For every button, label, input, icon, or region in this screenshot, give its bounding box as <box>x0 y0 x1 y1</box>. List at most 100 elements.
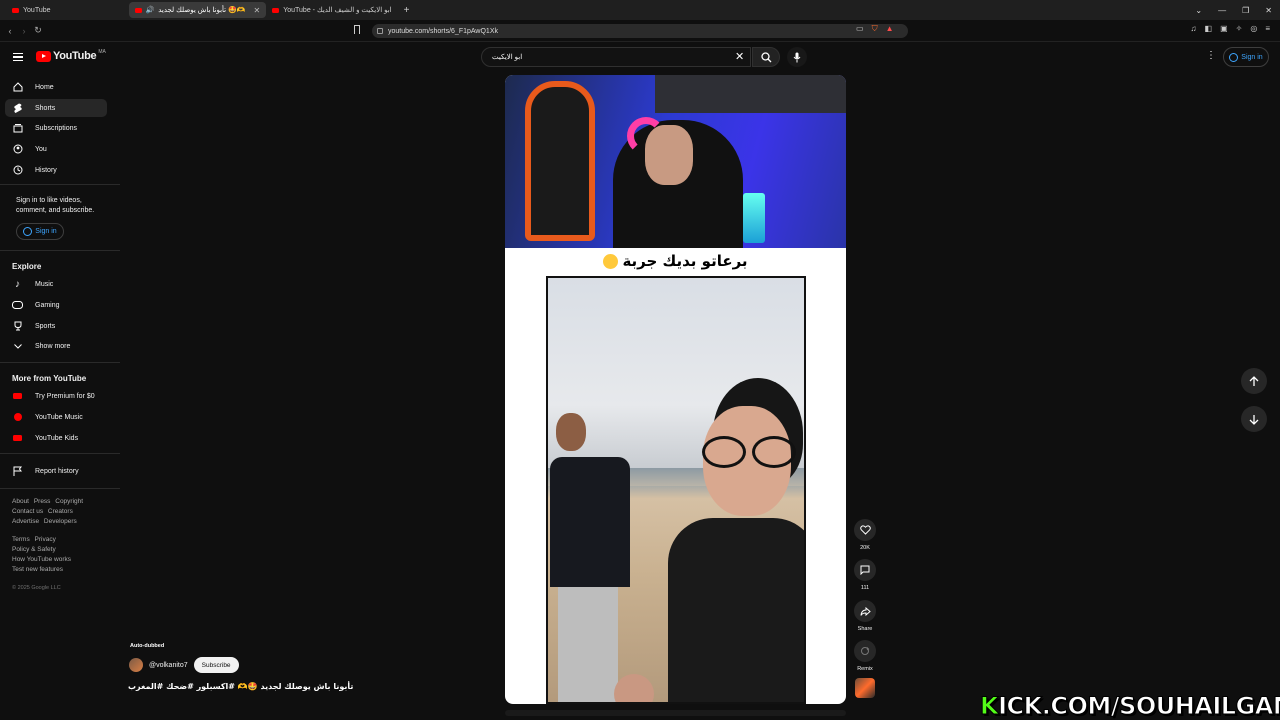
youtube-header: YouTube MA ابو الايكيت ✕ ⋮ Sign in <box>0 42 1280 72</box>
sidebar-item-youtube-kids[interactable]: YouTube Kids <box>5 429 107 447</box>
channel-row: @volkanito7 Subscribe <box>129 657 239 673</box>
site-info-icon[interactable] <box>377 28 383 34</box>
share-label: Share <box>857 626 873 632</box>
share-button[interactable]: Share <box>853 600 877 632</box>
signin-prompt: Sign in to like videos, comment, and sub… <box>16 197 95 214</box>
video-caption: برعاتو بديك جربة <box>505 252 846 270</box>
forward-icon[interactable]: › <box>17 26 31 36</box>
footer-link[interactable]: Copyright <box>55 498 83 505</box>
subscribe-button[interactable]: Subscribe <box>193 657 239 673</box>
close-window-icon[interactable]: ✕ <box>1265 6 1272 15</box>
guide-menu-icon[interactable] <box>13 53 23 61</box>
new-tab-icon[interactable]: + <box>404 5 410 16</box>
browser-tab[interactable]: YouTube - ابو الايكيت و الشيف الديك <box>266 2 397 18</box>
shorts-video-player[interactable]: برعاتو بديك جربة <box>505 75 846 704</box>
tab-label: YouTube - ابو الايكيت و الشيف الديك <box>283 7 392 14</box>
next-short-button[interactable] <box>1241 406 1267 432</box>
sidebar-item-label: History <box>35 166 57 174</box>
brave-shield-icon[interactable]: ⛉ <box>872 24 878 34</box>
sidebar-toggle-icon[interactable]: ◧ <box>1205 24 1213 33</box>
window-controls: ⌄ — ❐ ✕ <box>1195 0 1272 20</box>
footer-link[interactable]: Test new features <box>12 566 63 573</box>
kick-watermark-k: K <box>979 692 999 720</box>
footer-links-secondary: Terms Privacy Policy & Safety How YouTub… <box>12 535 107 575</box>
youtube-premium-icon <box>12 391 23 402</box>
url-bar[interactable]: youtube.com/shorts/6_F1pAwQ1Xk <box>372 24 908 38</box>
menu-icon[interactable]: ≡ <box>1265 24 1270 33</box>
remix-button[interactable]: Remix <box>853 640 877 672</box>
gaming-icon <box>12 300 23 311</box>
show-more-button[interactable]: Show more <box>5 337 107 355</box>
youtube-music-icon <box>12 412 23 423</box>
sidebar-item-gaming[interactable]: Gaming <box>5 296 107 314</box>
glasses-shape <box>702 436 796 468</box>
sidebar-item-history[interactable]: History <box>5 161 107 179</box>
sidebar-item-subscriptions[interactable]: Subscriptions <box>5 119 107 137</box>
restore-icon[interactable]: ❐ <box>1242 6 1249 15</box>
settings-menu-icon[interactable]: ⋮ <box>1206 50 1216 61</box>
reload-icon[interactable]: ↻ <box>31 25 45 36</box>
sidebar-item-shorts[interactable]: Shorts <box>5 99 107 117</box>
video-title[interactable]: تأبونا باش يوصلك لجديد 🤩🫶 #اكسبلور #ضحك … <box>128 682 353 691</box>
tab-list-icon[interactable]: ⌄ <box>1195 6 1202 15</box>
footer-link[interactable]: Press <box>34 498 51 505</box>
music-icon[interactable]: ♫ <box>1191 24 1197 33</box>
footer-link[interactable]: About <box>12 498 29 505</box>
browser-tab[interactable]: YouTube <box>6 2 57 18</box>
youtube-logo[interactable]: YouTube MA <box>36 49 106 62</box>
footer-link[interactable]: Contact us <box>12 508 43 515</box>
cast-icon[interactable]: ▭ <box>856 24 864 34</box>
previous-short-button[interactable] <box>1241 368 1267 394</box>
comments-button[interactable]: 111 <box>853 559 877 591</box>
back-icon[interactable]: ‹ <box>3 26 17 36</box>
wallet-icon[interactable]: ▣ <box>1220 24 1228 33</box>
footer-link[interactable]: Privacy <box>35 536 56 543</box>
rewards-icon[interactable]: ▲ <box>886 24 894 34</box>
sidebar-divider <box>0 453 120 454</box>
man-figure <box>550 413 630 702</box>
channel-name[interactable]: @volkanito7 <box>149 662 188 669</box>
youtube-logo-icon <box>36 50 51 62</box>
audio-source-thumbnail[interactable] <box>855 678 875 698</box>
footer-link[interactable]: How YouTube works <box>12 556 71 563</box>
sidebar-divider <box>0 184 120 185</box>
remix-label: Remix <box>857 666 873 672</box>
sidebar-item-report-history[interactable]: Report history <box>5 462 107 480</box>
extensions-bar: ♫ ◧ ▣ ✧ ◎ ≡ <box>1191 24 1270 33</box>
footer-link[interactable]: Developers <box>44 518 77 525</box>
footer-link[interactable]: Policy & Safety <box>12 546 56 553</box>
sidebar-item-you[interactable]: You <box>5 140 107 158</box>
vpn-icon[interactable]: ◎ <box>1250 24 1257 33</box>
browser-tabbar: YouTube 🔊 تأبونا باش يوصلك لجديد 🤩🫶 ✕ Yo… <box>0 0 1280 20</box>
sidebar-item-music[interactable]: ♪ Music <box>5 275 107 293</box>
footer-link[interactable]: Terms <box>12 536 30 543</box>
sidebar-item-home[interactable]: Home <box>5 78 107 96</box>
search-button[interactable] <box>752 47 780 67</box>
channel-avatar[interactable] <box>129 658 143 672</box>
bookmark-icon[interactable] <box>354 25 360 34</box>
close-tab-icon[interactable]: ✕ <box>254 6 261 15</box>
guide-sidebar: Home Shorts Subscriptions You History Si… <box>0 72 120 612</box>
sidebar-item-premium[interactable]: Try Premium for $0 <box>5 387 107 405</box>
youtube-favicon-icon <box>272 7 280 13</box>
signin-button[interactable]: Sign in <box>1223 47 1269 67</box>
sidebar-item-label: Music <box>35 280 54 288</box>
sidebar-item-label: Home <box>35 83 54 91</box>
like-button[interactable]: 20K <box>853 519 877 551</box>
voice-search-button[interactable] <box>787 47 807 67</box>
footer-links-primary: About Press Copyright Contact us Creator… <box>12 497 107 527</box>
browser-tab-active[interactable]: 🔊 تأبونا باش يوصلك لجديد 🤩🫶 ✕ <box>128 2 267 18</box>
minimize-icon[interactable]: — <box>1218 6 1226 15</box>
search-input[interactable]: ابو الايكيت <box>481 47 751 67</box>
footer-link[interactable]: Creators <box>48 508 73 515</box>
footer-link[interactable]: Advertise <box>12 518 39 525</box>
share-icon <box>860 606 871 616</box>
url-text: youtube.com/shorts/6_F1pAwQ1Xk <box>388 27 498 35</box>
clear-search-icon[interactable]: ✕ <box>735 50 744 63</box>
sidebar-signin-button[interactable]: Sign in <box>16 223 64 240</box>
extensions-icon[interactable]: ✧ <box>1236 24 1243 33</box>
sidebar-item-youtube-music[interactable]: YouTube Music <box>5 408 107 426</box>
sidebar-item-label: Subscriptions <box>35 124 78 132</box>
sidebar-item-label: Sports <box>35 322 56 330</box>
sidebar-item-sports[interactable]: Sports <box>5 317 107 335</box>
